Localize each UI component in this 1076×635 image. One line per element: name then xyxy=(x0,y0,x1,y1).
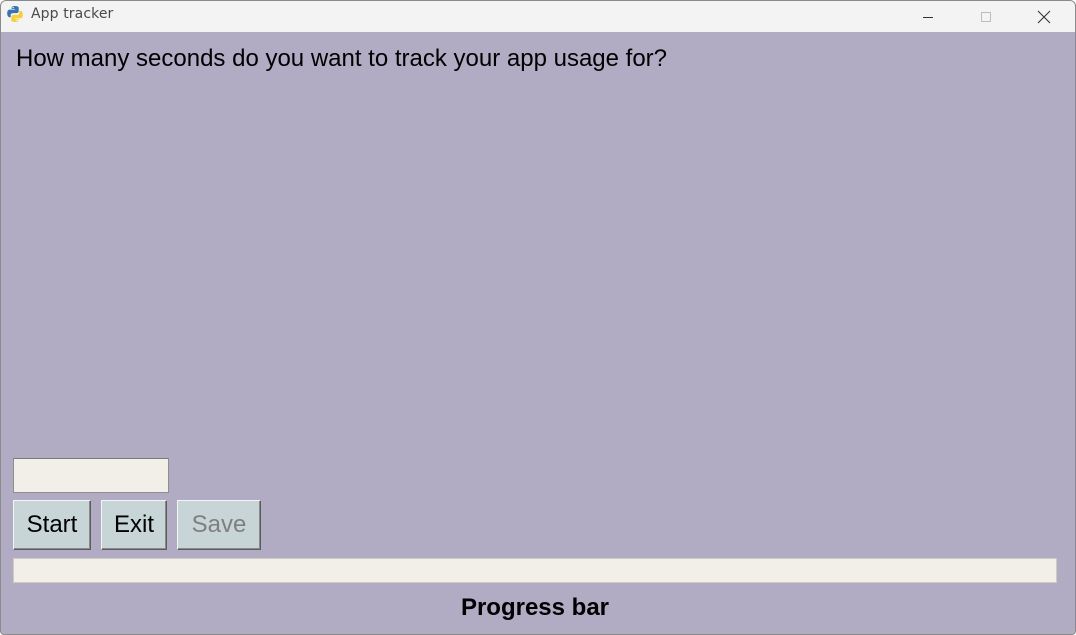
minimize-button[interactable] xyxy=(905,1,951,32)
main-panel: How many seconds do you want to track yo… xyxy=(1,32,1075,634)
maximize-icon xyxy=(981,11,991,22)
python-icon xyxy=(7,6,23,22)
title-bar[interactable]: App tracker xyxy=(1,1,1075,32)
app-window: App tracker How many seconds do you want… xyxy=(0,0,1076,635)
close-button[interactable] xyxy=(1021,1,1067,32)
window-title: App tracker xyxy=(31,6,114,22)
save-button[interactable]: Save xyxy=(177,500,261,550)
progress-bar xyxy=(13,558,1057,583)
minimize-icon xyxy=(923,16,933,18)
seconds-input[interactable] xyxy=(13,458,169,493)
maximize-button[interactable] xyxy=(963,1,1009,32)
prompt-label: How many seconds do you want to track yo… xyxy=(16,45,668,72)
close-icon xyxy=(1037,10,1051,23)
progress-label: Progress bar xyxy=(460,594,610,621)
start-button[interactable]: Start xyxy=(13,500,91,550)
exit-button[interactable]: Exit xyxy=(101,500,167,550)
